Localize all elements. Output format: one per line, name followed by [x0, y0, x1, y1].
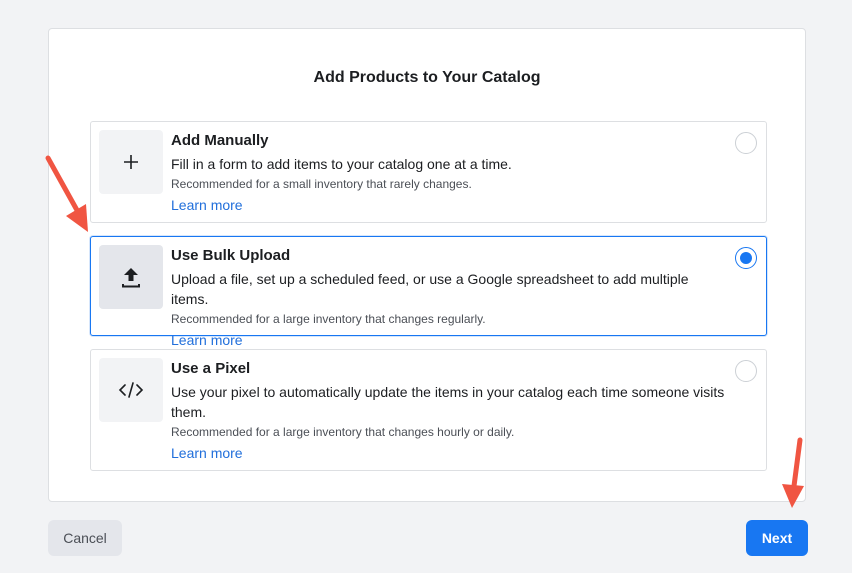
dialog-card: Add Products to Your Catalog Add Manuall…: [48, 28, 806, 502]
upload-icon: [99, 245, 163, 309]
option-add-manually[interactable]: Add Manually Fill in a form to add items…: [90, 121, 767, 223]
radio-add-manually[interactable]: [735, 132, 757, 154]
learn-more-link[interactable]: Learn more: [171, 331, 243, 349]
option-description: Upload a file, set up a scheduled feed, …: [171, 271, 689, 307]
option-title: Use Bulk Upload: [171, 247, 291, 264]
dialog-title: Add Products to Your Catalog: [313, 69, 541, 86]
option-description: Fill in a form to add items to your cata…: [171, 156, 512, 172]
option-recommendation: Recommended for a large inventory that c…: [171, 425, 515, 439]
option-title: Use a Pixel: [171, 360, 251, 377]
radio-use-a-pixel[interactable]: [735, 360, 757, 382]
option-recommendation: Recommended for a small inventory that r…: [171, 177, 472, 191]
radio-use-bulk-upload[interactable]: [735, 247, 757, 269]
cancel-button[interactable]: Cancel: [48, 520, 122, 556]
code-icon: [99, 358, 163, 422]
learn-more-link[interactable]: Learn more: [171, 196, 243, 214]
option-recommendation: Recommended for a large inventory that c…: [171, 312, 486, 326]
option-use-bulk-upload[interactable]: Use Bulk Upload Upload a file, set up a …: [90, 236, 767, 348]
option-use-a-pixel[interactable]: Use a Pixel Use your pixel to automatica…: [90, 349, 767, 471]
option-description: Use your pixel to automatically update t…: [171, 384, 725, 420]
plus-icon: [99, 130, 163, 194]
option-title: Add Manually: [171, 132, 269, 149]
learn-more-link[interactable]: Learn more: [171, 444, 243, 462]
next-button[interactable]: Next: [746, 520, 808, 556]
